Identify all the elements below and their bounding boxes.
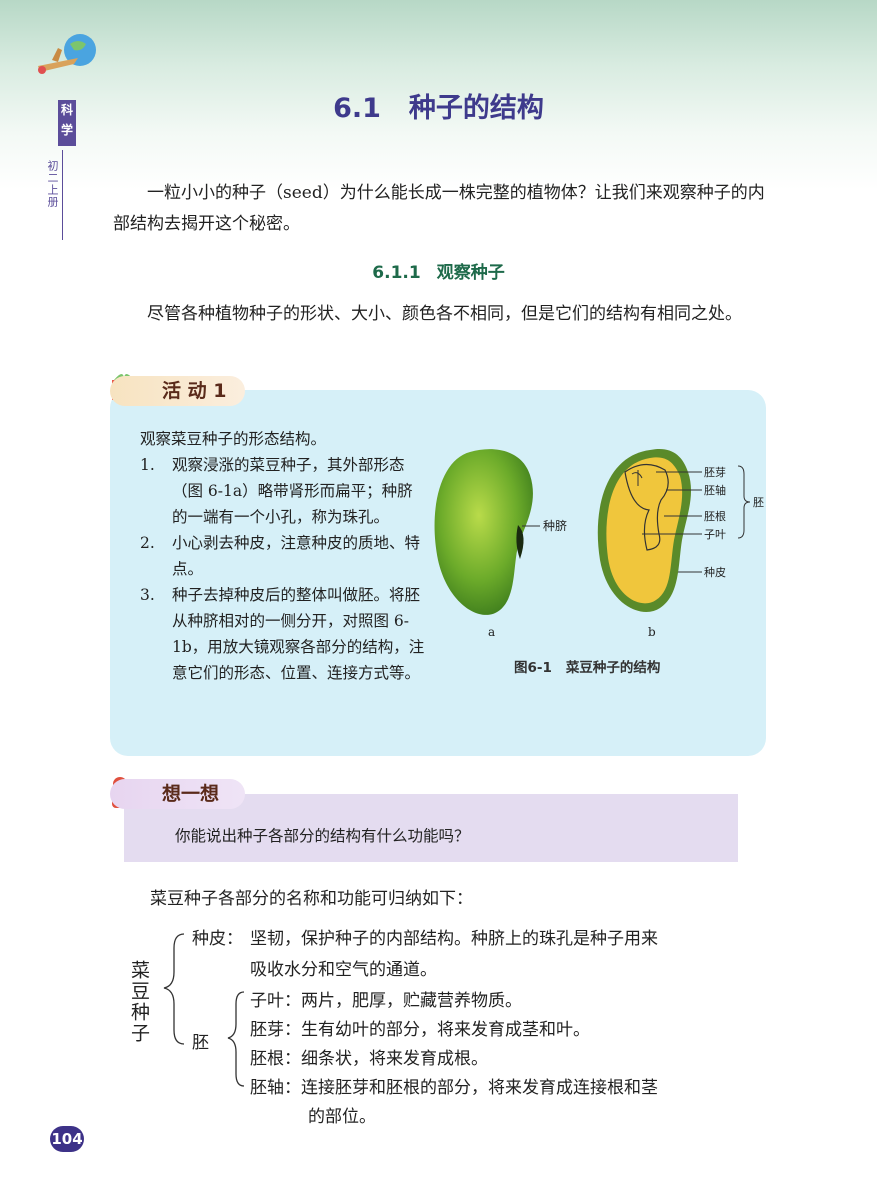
part-row: 胚根：细条状，将来发育成根。 (250, 1044, 488, 1075)
activity-steps: 1. 观察浸涨的菜豆种子，其外部形态（图 6-1a）略带肾形而扁平；种脐的一端有… (140, 452, 425, 686)
activity-step: 1. 观察浸涨的菜豆种子，其外部形态（图 6-1a）略带肾形而扁平；种脐的一端有… (140, 452, 425, 530)
think-tag: 想一想 (110, 779, 245, 809)
globe-airplane-logo-icon (38, 34, 96, 74)
subfig-b-label: b (648, 625, 656, 639)
title-number: 6.1 (333, 93, 381, 124)
activity-lead: 观察菜豆种子的形态结构。 (140, 430, 327, 448)
coat-desc-line2: 吸收水分和空气的通道。 (250, 960, 437, 980)
section-paragraph: 尽管各种植物种子的形状、大小、颜色各不相同，但是它们的结构有相同之处。 (147, 304, 742, 324)
step-number: 1. (140, 456, 155, 474)
subfig-a-label: a (488, 625, 495, 639)
grade-label: 初二上册 (46, 160, 59, 208)
part-row: 子叶：两片，肥厚，贮藏营养物质。 (250, 986, 522, 1017)
part-desc: 细条状，将来发育成根。 (301, 1049, 488, 1069)
page-title: 6.1 种子的结构 (0, 86, 877, 125)
figure-title: 菜豆种子的结构 (565, 660, 661, 676)
side-divider (62, 150, 63, 240)
section-text: 观察种子 (436, 263, 505, 283)
activity-step: 3. 种子去掉种皮后的整体叫做胚。将胚从种脐相对的一侧分开，对照图 6-1b，用… (140, 582, 425, 686)
part-desc: 连接胚芽和胚根的部分，将来发育成连接根和茎 (301, 1078, 658, 1098)
step-number: 2. (140, 534, 155, 552)
embryo-term: 胚 (192, 1033, 209, 1053)
intro-paragraph: 一粒小小的种子（seed）为什么能长成一株完整的植物体？让我们来观察种子的内部结… (113, 183, 765, 234)
label-radicle: 胚根 (704, 509, 726, 523)
part-term: 胚根： (250, 1049, 301, 1069)
summary-intro: 菜豆种子各部分的名称和功能可归纳如下： (150, 889, 473, 909)
bean-seed-diagram: 种脐 a 胚芽 胚轴 胚根 子叶 种皮 胚 b (434, 448, 764, 639)
part-row: 胚轴：连接胚芽和胚根的部分，将来发育成连接根和茎 (250, 1073, 658, 1104)
step-number: 3. (140, 586, 155, 604)
part-desc: 两片，肥厚，贮藏营养物质。 (301, 991, 522, 1011)
figure-caption: 图6-1 菜豆种子的结构 (514, 656, 660, 676)
part-term: 胚芽： (250, 1020, 301, 1040)
title-text: 种子的结构 (408, 93, 544, 124)
label-hypocotyl: 胚轴 (704, 483, 726, 497)
part-term: 胚轴： (250, 1078, 301, 1098)
section-heading: 6.1.1 观察种子 (0, 258, 877, 283)
section-number: 6.1.1 (372, 263, 421, 283)
axis-desc-line2: 的部位。 (308, 1107, 376, 1127)
activity-tag: 活 动 1 (110, 376, 245, 406)
figure-number: 图6-1 (514, 660, 552, 676)
embryo-brace (737, 465, 751, 539)
label-hilum: 种脐 (543, 518, 567, 533)
part-row: 胚芽：生有幼叶的部分，将来发育成茎和叶。 (250, 1015, 590, 1046)
summary-seed-label: 菜豆种子 (128, 960, 150, 1044)
page-number: 104 (50, 1126, 84, 1152)
label-cotyledon: 子叶 (704, 528, 726, 541)
step-text: 种子去掉种皮后的整体叫做胚。将胚从种脐相对的一侧分开，对照图 6-1b，用放大镜… (172, 586, 425, 682)
part-desc: 生有幼叶的部分，将来发育成茎和叶。 (301, 1020, 590, 1040)
label-embryo: 胚 (753, 496, 764, 509)
label-plumule: 胚芽 (704, 465, 726, 479)
step-text: 观察浸涨的菜豆种子，其外部形态（图 6-1a）略带肾形而扁平；种脐的一端有一个小… (172, 456, 413, 526)
embryo-parts-brace (227, 991, 245, 1087)
label-seedcoat: 种皮 (704, 565, 726, 579)
seed-brace (163, 933, 185, 1045)
activity-step: 2. 小心剥去种皮，注意种皮的质地、特点。 (140, 530, 425, 582)
coat-desc-line1: 坚韧，保护种子的内部结构。种脐上的珠孔是种子用来 (250, 929, 658, 949)
step-text: 小心剥去种皮，注意种皮的质地、特点。 (172, 534, 421, 578)
part-term: 子叶： (250, 991, 301, 1011)
think-question: 你能说出种子各部分的结构有什么功能吗？ (175, 827, 470, 845)
coat-term: 种皮： (192, 929, 243, 949)
